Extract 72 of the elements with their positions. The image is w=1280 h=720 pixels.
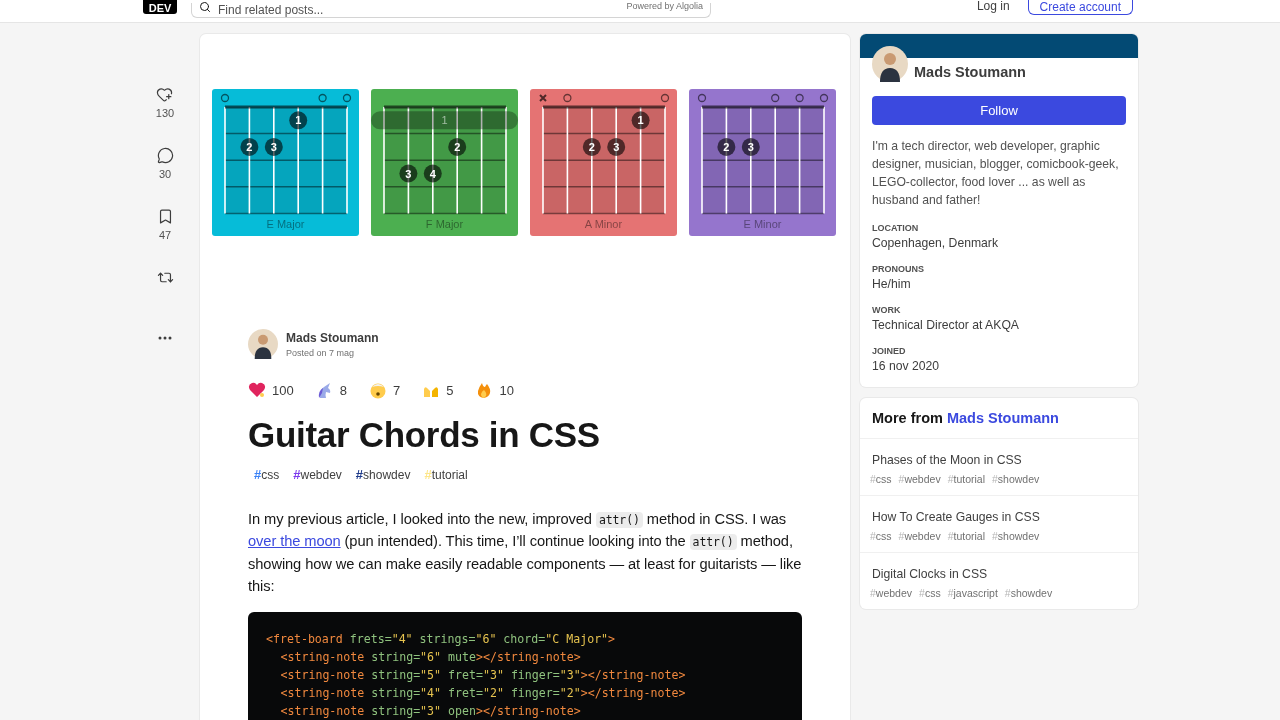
chord-name: F Major [425,218,464,230]
open-string-icon [819,93,829,103]
powered-by-text: Powered by Algolia [626,1,703,11]
detail-value: He/him [872,277,912,291]
detail-value: Technical Director at AKQA [872,318,1020,332]
logo[interactable]: DEV [143,0,177,14]
heart-plus-icon [156,86,174,103]
finger-number: 2 [723,140,730,153]
avatar [248,329,278,359]
finger-number: 3 [747,140,754,153]
finger-number: 3 [405,167,412,180]
detail-label: WORK [872,305,902,315]
open-string-icon [318,93,327,103]
open-string-icon [563,93,572,103]
open-string-icon [697,93,707,103]
author-link[interactable]: Mads Stoumann [946,410,1059,426]
open-string-icon [220,93,230,103]
heart-icon [248,381,266,399]
finger-number: 4 [429,167,436,180]
create-account-button[interactable]: Create account [1027,0,1133,15]
code-block: <fret-board frets="4" strings="6" chord="C Major"> <string-note string="6" mute></string-note> <string-note string="5" fret="3" finger="3"></string-note> <string-note string="4" fret="2" finger="2"></string-note> <string-note string="3" open></string-note> [248,612,802,720]
reaction-count: 5 [446,382,454,398]
related-post[interactable]: Phases of the Moon in CSS #css #webdev #tutorial #showdev [860,439,1138,496]
detail-value: 16 nov 2020 [872,359,941,373]
action-button[interactable]: 30 [156,147,174,208]
tag-link[interactable]: #tutorial [424,467,468,482]
chord-name: E Minor [743,218,782,230]
reaction-count: 10 [499,382,514,398]
reaction-count: 8 [339,382,347,398]
profile-bio: I'm a tech director, web developer, graphic designer, musician, blogger, comicbook-geek, LEGO-collector, food lover ... as well as husband and father! [872,138,1120,209]
finger-number: 1 [295,114,302,127]
chord-name: E Major [266,218,305,230]
post-date: Posted on 7 mag [286,347,356,358]
article-link[interactable]: over the moon [248,533,341,550]
related-post[interactable]: How To Create Gauges in CSS #css #webdev #tutorial #showdev [860,496,1138,553]
tag-link[interactable]: #css [254,467,280,482]
article-paragraph: In my previous article, I looked into the new, improved attr() method in CSS. I was over the moon (pun intended). This time, I’ll continue looking into the attr() method, showing how we can make easily readable components — at least for guitarists — like this: [248,510,802,596]
reaction-count: 100 [272,382,294,398]
finger-number: 3 [613,140,620,153]
detail-label: LOCATION [872,223,920,233]
author-name[interactable]: Mads Stoumann [286,330,379,345]
finger-number: 2 [588,140,595,153]
profile-name[interactable]: Mads Stoumann [914,64,1026,80]
open-string-icon [771,93,780,103]
open-string-icon [795,93,804,103]
action-button[interactable]: 130 [155,86,175,147]
reaction-count: 7 [392,382,401,398]
finger-number: 1 [441,114,448,127]
muted-string-icon [539,94,547,102]
search-icon [199,1,211,13]
face-icon [368,381,387,399]
comment-icon [156,147,174,164]
login-link[interactable]: Log in [976,0,1010,12]
more-icon [158,336,172,340]
action-button[interactable]: 47 [156,208,174,269]
detail-value: Copenhagen, Denmark [872,236,1000,250]
more-from-heading: More from Mads Stoumann [860,398,1138,439]
avatar [872,46,908,82]
finger-number: 2 [454,140,461,153]
follow-button[interactable]: Follow [872,96,1126,125]
finger-number: 3 [270,140,277,153]
tag-link[interactable]: #showdev [355,467,411,482]
article-title: Guitar Chords in CSS [248,414,601,456]
related-post[interactable]: Digital Clocks in CSS #webdev #css #javascript #showdev [860,553,1138,609]
detail-label: JOINED [872,346,907,356]
finger-number: 1 [637,114,644,127]
chord-name: A Minor [584,218,623,230]
finger-number: 2 [246,140,253,153]
tag-link[interactable]: #webdev [293,467,342,482]
detail-label: PRONOUNS [872,264,925,274]
open-string-icon [660,93,670,103]
open-string-icon [342,93,352,103]
